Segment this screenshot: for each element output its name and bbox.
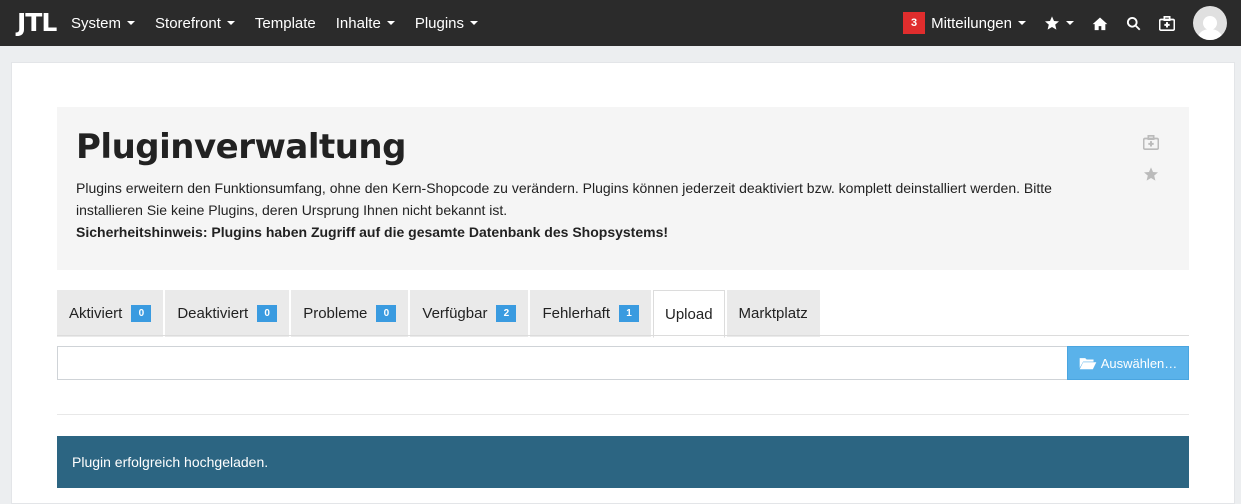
tab-upload[interactable]: Upload — [653, 290, 725, 338]
folder-open-icon — [1079, 358, 1096, 370]
tab-deaktiviert[interactable]: Deaktiviert 0 — [165, 290, 290, 337]
count-badge: 0 — [257, 305, 278, 322]
nav-template-label: Template — [254, 14, 316, 32]
home-button[interactable] — [1092, 16, 1108, 31]
main-nav: System Storefront Template Inhalte Plugi… — [71, 0, 498, 46]
notifications-menu[interactable]: 3 Mitteilungen — [903, 12, 1026, 34]
divider — [57, 414, 1189, 415]
tab-verfuegbar[interactable]: Verfügbar 2 — [410, 290, 529, 337]
nav-system[interactable]: System — [71, 14, 136, 32]
choose-file-label: Auswählen… — [1100, 355, 1178, 371]
help-button[interactable] — [1159, 15, 1175, 31]
alert-message: Plugin erfolgreich hochgeladen. — [72, 454, 269, 470]
count-badge: 0 — [131, 305, 152, 322]
nav-plugins-label: Plugins — [414, 14, 465, 32]
upload-group: Auswählen… — [57, 346, 1189, 380]
star-icon[interactable] — [1143, 166, 1159, 182]
search-icon — [1126, 16, 1141, 30]
caret-down-icon — [386, 21, 395, 25]
tab-probleme[interactable]: Probleme 0 — [291, 290, 409, 337]
count-badge: 0 — [376, 305, 397, 322]
tab-aktiviert[interactable]: Aktiviert 0 — [57, 290, 164, 337]
caret-down-icon — [226, 21, 235, 25]
tab-label: Upload — [665, 305, 713, 323]
caret-down-icon — [127, 21, 136, 25]
jtl-logo[interactable]: JTL — [17, 8, 57, 38]
count-badge: 1 — [619, 305, 639, 322]
tab-label: Probleme — [303, 305, 368, 322]
caret-down-icon — [1018, 21, 1026, 25]
description-text: Plugins erweitern den Funktionsumfang, o… — [76, 180, 1052, 218]
choose-file-button[interactable]: Auswählen… — [1067, 346, 1189, 380]
file-path-input[interactable] — [57, 346, 1067, 380]
nav-inhalte-label: Inhalte — [335, 14, 381, 32]
tab-divider — [57, 335, 1189, 336]
tab-label: Marktplatz — [738, 305, 808, 322]
tab-label: Aktiviert — [69, 305, 123, 322]
nav-inhalte[interactable]: Inhalte — [336, 15, 395, 32]
nav-system-label: System — [71, 14, 122, 32]
tab-marktplatz[interactable]: Marktplatz — [726, 290, 820, 337]
medkit-icon — [1159, 15, 1175, 31]
page-title: Pluginverwaltung — [76, 127, 406, 167]
content-card: Pluginverwaltung Plugins erweitern den F… — [11, 62, 1235, 504]
page-description: Plugins erweitern den Funktionsumfang, o… — [76, 177, 1056, 243]
tab-label: Deaktiviert — [177, 305, 249, 322]
medkit-icon[interactable] — [1143, 135, 1159, 150]
tab-label: Fehlerhaft — [542, 305, 610, 322]
notifications-label: Mitteilungen — [931, 14, 1012, 32]
caret-down-icon — [1066, 21, 1074, 25]
header-actions — [1143, 135, 1159, 182]
plugin-tabs: Aktiviert 0 Deaktiviert 0 Probleme 0 Ver… — [57, 290, 822, 338]
count-badge: 2 — [496, 305, 517, 322]
user-icon — [1197, 16, 1223, 40]
nav-plugins[interactable]: Plugins — [414, 14, 479, 32]
top-navbar: JTL System Storefront Template Inhalte P… — [0, 0, 1241, 46]
nav-storefront[interactable]: Storefront — [155, 15, 235, 32]
nav-storefront-label: Storefront — [155, 14, 221, 32]
tab-fehlerhaft[interactable]: Fehlerhaft 1 — [530, 290, 651, 337]
security-warning: Sicherheitshinweis: Plugins haben Zugrif… — [76, 224, 669, 240]
tab-label: Verfügbar — [422, 305, 488, 322]
right-nav: 3 Mitteilungen — [903, 0, 1241, 46]
favorites-menu[interactable] — [1044, 15, 1074, 31]
search-button[interactable] — [1126, 16, 1141, 31]
page-header: Pluginverwaltung Plugins erweitern den F… — [57, 107, 1189, 270]
star-icon — [1045, 16, 1059, 30]
caret-down-icon — [470, 21, 479, 25]
notification-count-badge: 3 — [903, 12, 926, 34]
nav-template[interactable]: Template — [255, 15, 316, 32]
home-icon — [1092, 17, 1108, 30]
success-alert: Plugin erfolgreich hochgeladen. — [57, 436, 1189, 488]
avatar[interactable] — [1193, 6, 1227, 40]
